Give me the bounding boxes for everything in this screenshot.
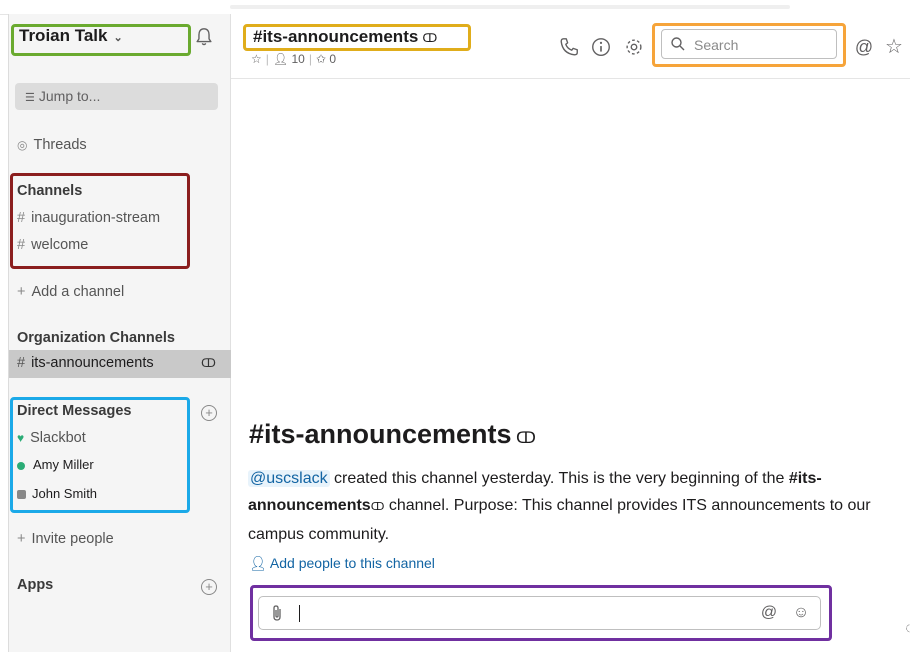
jump-to-icon: ☰ bbox=[25, 92, 35, 104]
intro-text-part-1: created this channel yesterday. This is … bbox=[329, 470, 789, 487]
sidebar-item-inauguration-stream[interactable]: # inauguration-stream bbox=[17, 210, 160, 226]
workspace-name: Troian Talk bbox=[19, 26, 108, 45]
invite-people-label: Invite people bbox=[31, 531, 114, 547]
channel-intro-title: #its-announcements ↀ bbox=[249, 419, 536, 450]
chevron-down-icon: ⌄ bbox=[113, 32, 123, 44]
channel-meta: ☆ | 👤︎ 10 | ✩ 0 bbox=[251, 52, 336, 66]
top-scroll-bar bbox=[230, 5, 790, 9]
divider: | bbox=[265, 52, 269, 66]
phone-icon[interactable] bbox=[558, 36, 580, 58]
channel-title[interactable]: #its-announcements ↀ bbox=[253, 27, 437, 47]
sidebar-item-welcome[interactable]: # welcome bbox=[17, 237, 88, 253]
add-people-label: Add people to this channel bbox=[269, 555, 435, 571]
channel-header: #its-announcements ↀ ☆ | 👤︎ 10 | ✩ 0 Sea… bbox=[231, 14, 910, 79]
paperclip-icon[interactable] bbox=[269, 604, 285, 622]
dm-item-amy-miller[interactable]: Amy Miller bbox=[17, 457, 94, 472]
invite-people-button[interactable]: + Invite people bbox=[17, 531, 114, 547]
direct-messages-heading[interactable]: Direct Messages bbox=[17, 403, 131, 419]
mentions-icon[interactable]: @ bbox=[853, 36, 875, 58]
shared-channel-icon: ↀ bbox=[201, 356, 216, 370]
workspace-menu[interactable]: Troian Talk ⌄ bbox=[19, 26, 123, 46]
sidebar-item-label: Threads bbox=[33, 137, 87, 153]
channel-name: #its-announcements bbox=[253, 27, 419, 46]
add-channel-label: Add a channel bbox=[31, 284, 125, 300]
hash-icon: # bbox=[17, 210, 26, 226]
threads-icon: ◎ bbox=[17, 138, 28, 152]
add-app-icon[interactable]: + bbox=[201, 579, 217, 595]
divider: | bbox=[308, 52, 312, 66]
sidebar-item-label-wrap: # its-announcements bbox=[17, 355, 154, 371]
pin-count[interactable]: 0 bbox=[329, 52, 336, 66]
creator-mention-link[interactable]: @uscslack bbox=[248, 470, 330, 487]
shared-channel-icon: ↀ bbox=[370, 501, 385, 513]
gear-icon[interactable] bbox=[623, 36, 645, 58]
sidebar-item-label: welcome bbox=[31, 237, 89, 253]
add-channel-button[interactable]: + Add a channel bbox=[17, 284, 124, 300]
sidebar-item-threads[interactable]: ◎ Threads bbox=[17, 137, 87, 153]
search-icon bbox=[671, 37, 685, 51]
channel-intro-text: @uscslack created this channel yesterday… bbox=[248, 465, 910, 548]
person-icon: 👤︎ bbox=[249, 555, 267, 571]
hash-icon: # bbox=[17, 237, 26, 253]
sidebar: Troian Talk ⌄ ☰ Jump to... ◎ Threads Channe… bbox=[8, 14, 231, 652]
text-caret bbox=[299, 605, 300, 622]
apps-heading[interactable]: Apps bbox=[17, 577, 53, 593]
add-people-link[interactable]: 👤︎ Add people to this channel bbox=[249, 555, 435, 572]
dm-item-john-smith[interactable]: John Smith bbox=[17, 486, 97, 501]
jump-to-button[interactable]: ☰ Jump to... bbox=[15, 83, 218, 110]
sidebar-item-its-announcements[interactable]: # its-announcements ↀ bbox=[9, 350, 231, 378]
dm-item-label: John Smith bbox=[32, 486, 98, 501]
message-composer[interactable]: @ ☺ bbox=[258, 596, 821, 630]
bell-icon[interactable] bbox=[193, 26, 215, 48]
emoji-icon[interactable]: ☺ bbox=[791, 603, 811, 623]
member-count[interactable]: 10 bbox=[291, 52, 304, 66]
sidebar-item-label: its-announcements bbox=[31, 355, 154, 371]
hash-icon: # bbox=[17, 355, 26, 371]
plus-icon: + bbox=[17, 531, 26, 547]
window-top-strip bbox=[0, 0, 910, 15]
app-window: Troian Talk ⌄ ☰ Jump to... ◎ Threads Channe… bbox=[0, 0, 910, 652]
member-icon[interactable]: 👤︎ bbox=[273, 52, 288, 66]
sidebar-item-label: inauguration-stream bbox=[31, 210, 161, 226]
heart-icon: ♥ bbox=[17, 431, 25, 445]
info-icon[interactable] bbox=[590, 36, 612, 58]
main-pane: #its-announcements ↀ ☆ | 👤︎ 10 | ✩ 0 Sea… bbox=[231, 14, 910, 652]
search-input[interactable] bbox=[692, 34, 836, 56]
saved-items-star-icon[interactable]: ☆ bbox=[883, 36, 905, 58]
at-mention-icon[interactable]: @ bbox=[759, 603, 779, 623]
channel-intro-name: #its-announcements bbox=[249, 419, 512, 449]
dm-item-slackbot[interactable]: ♥ Slackbot bbox=[17, 430, 86, 446]
jump-to-label: Jump to... bbox=[38, 88, 101, 104]
star-icon[interactable]: ☆ bbox=[251, 52, 262, 66]
away-presence-icon bbox=[17, 490, 26, 500]
help-icon[interactable]: ◌ bbox=[899, 618, 910, 640]
shared-channel-icon: ↀ bbox=[511, 430, 536, 447]
pin-icon[interactable]: ✩ bbox=[316, 52, 326, 66]
dm-item-label: Slackbot bbox=[30, 430, 86, 446]
online-presence-icon bbox=[17, 461, 25, 470]
shared-channel-icon: ↀ bbox=[422, 31, 438, 45]
add-direct-message-icon[interactable]: + bbox=[201, 405, 217, 421]
organization-channels-heading[interactable]: Organization Channels bbox=[17, 330, 175, 346]
plus-icon: + bbox=[17, 284, 26, 300]
channels-heading[interactable]: Channels bbox=[17, 183, 82, 199]
dm-item-label: Amy Miller bbox=[33, 457, 94, 472]
search-box[interactable] bbox=[661, 29, 837, 59]
